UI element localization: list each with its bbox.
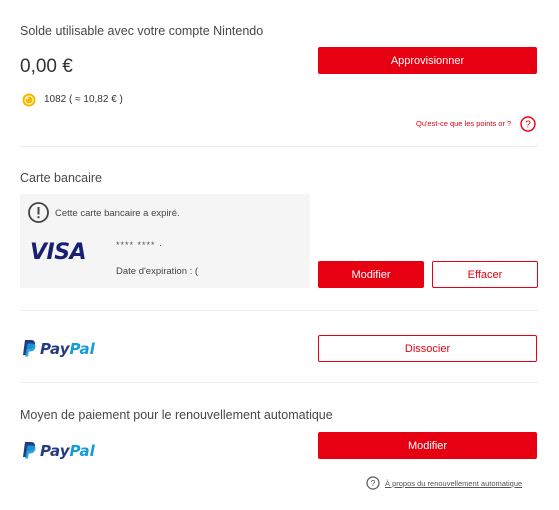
auto-renewal-paypal-logo: PayPal xyxy=(40,442,95,460)
card-modify-button[interactable]: Modifier xyxy=(318,261,424,288)
balance-amount: 0,00 € xyxy=(20,56,73,77)
svg-text:?: ? xyxy=(371,478,376,488)
divider xyxy=(20,382,538,383)
gold-points-value: 1082 xyxy=(44,94,67,105)
warning-icon xyxy=(28,202,49,223)
help-icon[interactable]: ? xyxy=(520,116,536,132)
divider xyxy=(20,310,538,311)
divider xyxy=(20,146,538,147)
gold-points-help-link[interactable]: Qu'est-ce que les points or ? xyxy=(416,119,511,128)
svg-text:?: ? xyxy=(525,120,531,131)
card-expiry: Date d'expiration : ( xyxy=(116,266,199,277)
card-expired-message: Cette carte bancaire a expiré. xyxy=(55,208,180,219)
gold-points-equivalent: ( ≈ 10,82 € ) xyxy=(69,94,123,105)
auto-renewal-about-link[interactable]: À propos du renouvellement automatique xyxy=(385,479,522,488)
paypal-icon xyxy=(22,340,36,357)
auto-renewal-title: Moyen de paiement pour le renouvellement… xyxy=(20,408,333,422)
gold-coin-icon xyxy=(22,93,36,107)
card-section-title: Carte bancaire xyxy=(20,171,102,185)
topup-button[interactable]: Approvisionner xyxy=(318,47,537,74)
paypal-icon xyxy=(22,442,36,459)
card-number: **** **** · xyxy=(116,240,164,250)
visa-logo: VISA xyxy=(30,240,87,265)
paypal-logo: PayPal xyxy=(40,340,95,358)
question-circle-icon: ? xyxy=(366,476,380,490)
card-delete-button[interactable]: Effacer xyxy=(432,261,538,288)
paypal-dissociate-button[interactable]: Dissocier xyxy=(318,335,537,362)
auto-renewal-modify-button[interactable]: Modifier xyxy=(318,432,537,459)
balance-title: Solde utilisable avec votre compte Ninte… xyxy=(20,24,264,38)
